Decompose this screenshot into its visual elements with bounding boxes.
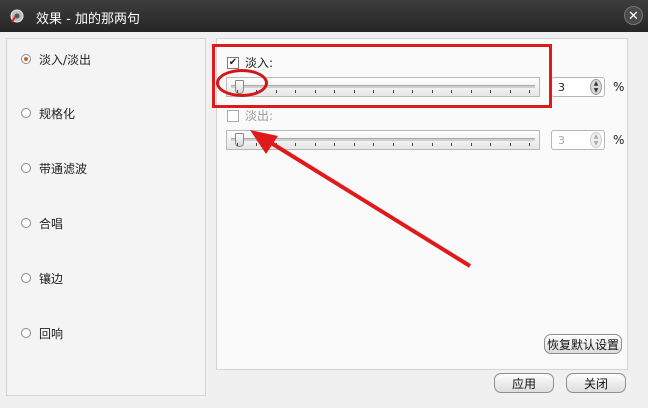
effects-dialog: 效果 - 加的那两句 ✕ 淡入/淡出 规格化 带通滤波 合唱 镶边 回响 ✔ 淡…: [0, 0, 648, 408]
annotation-arrow: [250, 130, 472, 268]
